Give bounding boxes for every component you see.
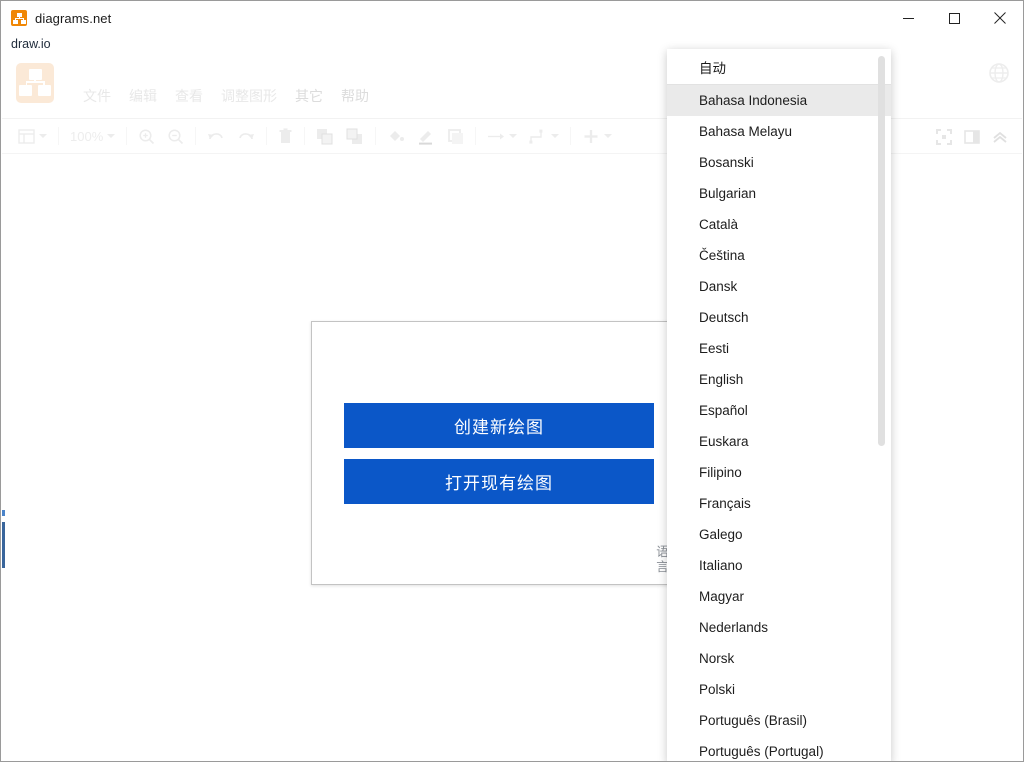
- close-button[interactable]: [977, 1, 1023, 35]
- window-title: diagrams.net: [35, 10, 112, 26]
- drawio-app-logo-icon: [16, 63, 54, 103]
- toolbar-divider: [58, 127, 59, 145]
- line-color-icon[interactable]: [411, 119, 441, 154]
- language-option-auto[interactable]: 自动: [667, 49, 891, 85]
- toolbar-divider: [570, 127, 572, 145]
- redo-icon[interactable]: [231, 119, 261, 154]
- toolbar-divider: [375, 127, 377, 145]
- language-option[interactable]: Eesti: [667, 333, 891, 364]
- splash-dialog: 创建新绘图 打开现有绘图 语言: [311, 321, 685, 585]
- menu-extras[interactable]: 其它: [286, 82, 332, 110]
- globe-icon[interactable]: [988, 62, 1010, 84]
- language-option[interactable]: Dansk: [667, 271, 891, 302]
- window-controls: [885, 1, 1023, 35]
- language-option[interactable]: Polski: [667, 674, 891, 705]
- language-option[interactable]: Deutsch: [667, 302, 891, 333]
- to-back-icon[interactable]: [340, 119, 370, 154]
- menu-view[interactable]: 查看: [166, 82, 212, 110]
- application-window: diagrams.net draw.io 文件 编辑 查看 调整图形 其它 帮助…: [0, 0, 1024, 762]
- menu-arrange[interactable]: 调整图形: [212, 82, 286, 110]
- view-layout-icon[interactable]: [12, 119, 53, 154]
- toolbar-divider: [304, 127, 306, 145]
- language-option[interactable]: Italiano: [667, 550, 891, 581]
- shadow-icon[interactable]: [441, 119, 470, 154]
- chevron-down-icon: [509, 134, 518, 138]
- toggle-format-panel-icon[interactable]: [958, 119, 986, 154]
- maximize-button[interactable]: [931, 1, 977, 35]
- language-option[interactable]: Português (Portugal): [667, 736, 891, 761]
- toolbar-divider: [195, 127, 197, 145]
- chevron-down-icon: [107, 134, 116, 138]
- language-option[interactable]: Galego: [667, 519, 891, 550]
- language-option[interactable]: Bosanski: [667, 147, 891, 178]
- language-option[interactable]: Filipino: [667, 457, 891, 488]
- language-option[interactable]: Bahasa Melayu: [667, 116, 891, 147]
- menu-edit[interactable]: 编辑: [120, 82, 166, 110]
- language-dropdown-menu: 自动 Bahasa Indonesia Bahasa Melayu Bosanski…: [667, 49, 891, 761]
- language-option[interactable]: Čeština: [667, 240, 891, 271]
- chevron-down-icon: [604, 134, 613, 138]
- zoom-in-icon[interactable]: [132, 119, 161, 154]
- language-option[interactable]: English: [667, 364, 891, 395]
- menu-file[interactable]: 文件: [74, 82, 120, 110]
- language-option[interactable]: Bahasa Indonesia: [667, 85, 891, 116]
- waypoints-icon[interactable]: [523, 119, 565, 154]
- splash-actions: 创建新绘图 打开现有绘图: [344, 403, 654, 515]
- open-existing-diagram-button[interactable]: 打开现有绘图: [344, 459, 654, 504]
- toolbar-divider: [126, 127, 128, 145]
- connection-icon[interactable]: [481, 119, 523, 154]
- insert-icon[interactable]: [576, 119, 618, 154]
- language-option[interactable]: Magyar: [667, 581, 891, 612]
- toolbar-divider: [266, 127, 268, 145]
- language-option[interactable]: Euskara: [667, 426, 891, 457]
- language-option[interactable]: Català: [667, 209, 891, 240]
- chevron-down-icon: [39, 134, 47, 138]
- language-option[interactable]: Français: [667, 488, 891, 519]
- language-option[interactable]: Nederlands: [667, 612, 891, 643]
- window-edge-artifact: [2, 510, 5, 516]
- create-new-diagram-button[interactable]: 创建新绘图: [344, 403, 654, 448]
- title-bar: diagrams.net: [1, 1, 1023, 35]
- to-front-icon[interactable]: [310, 119, 340, 154]
- drawio-logo-icon: [11, 10, 27, 26]
- zoom-level-label: 100%: [70, 128, 104, 144]
- delete-icon[interactable]: [272, 119, 299, 154]
- toolbar-divider: [475, 127, 477, 145]
- language-option[interactable]: Bulgarian: [667, 178, 891, 209]
- toolbar-right-group: [930, 119, 1014, 154]
- chevron-down-icon: [551, 134, 560, 138]
- zoom-level-dropdown[interactable]: 100%: [64, 119, 121, 154]
- language-option[interactable]: Español: [667, 395, 891, 426]
- minimize-button[interactable]: [885, 1, 931, 35]
- collapse-toolbar-icon[interactable]: [986, 119, 1014, 154]
- language-option[interactable]: Português (Brasil): [667, 705, 891, 736]
- menu-items: 文件 编辑 查看 调整图形 其它 帮助: [74, 82, 378, 110]
- zoom-out-icon[interactable]: [161, 119, 190, 154]
- language-option-list: Bahasa Indonesia Bahasa Melayu Bosanski Bul…: [667, 85, 891, 761]
- fill-color-icon[interactable]: [381, 119, 411, 154]
- language-menu-scrollbar[interactable]: [878, 56, 885, 446]
- window-edge-artifact: [2, 522, 5, 568]
- language-option[interactable]: Norsk: [667, 643, 891, 674]
- undo-icon[interactable]: [201, 119, 231, 154]
- menu-help[interactable]: 帮助: [332, 82, 378, 110]
- fullscreen-icon[interactable]: [930, 119, 958, 154]
